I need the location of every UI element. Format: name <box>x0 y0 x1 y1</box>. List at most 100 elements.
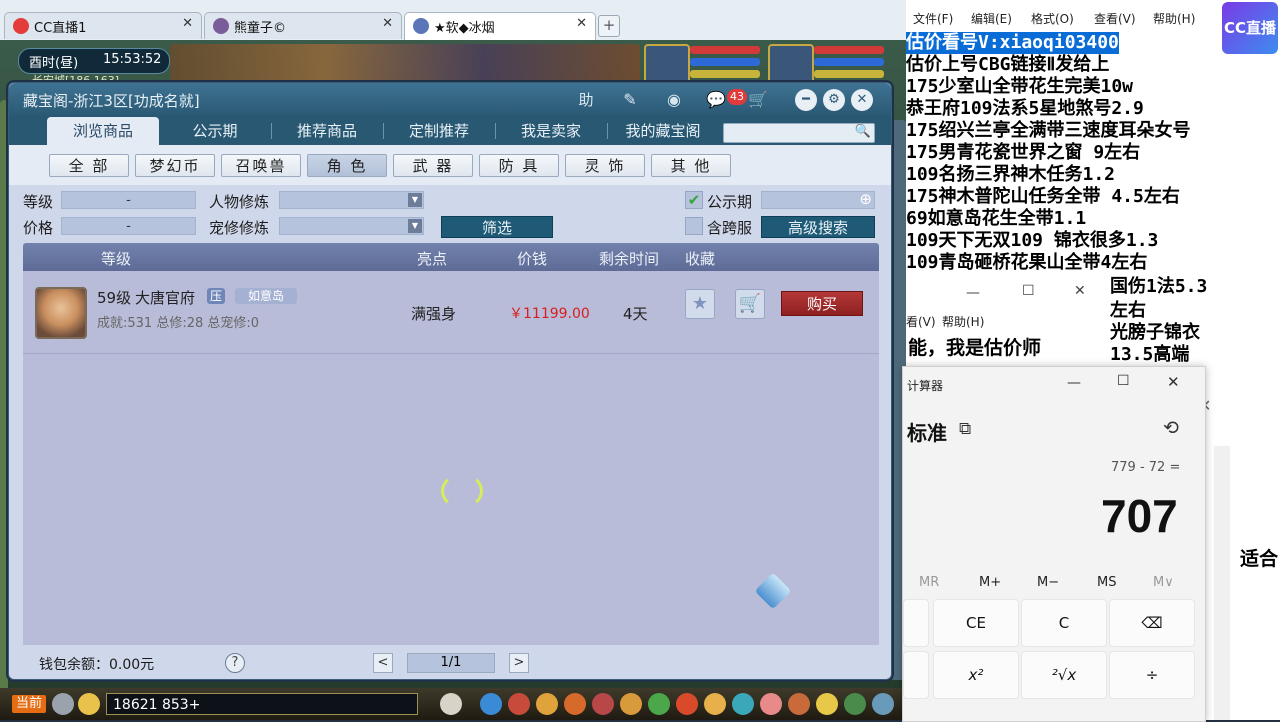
activity-icon[interactable] <box>788 693 810 715</box>
menu-file[interactable]: 文件(F) <box>913 10 953 27</box>
text-line: 估价上号CBG链接Ⅱ发给上 <box>906 54 1110 75</box>
chat-input[interactable]: 18621 853+ <box>106 693 418 715</box>
history-icon[interactable]: ⟲ <box>1163 417 1179 439</box>
attack-icon[interactable] <box>480 693 502 715</box>
channel-current-button[interactable]: 当前 <box>12 695 46 713</box>
browser-tab-ruanbingyan[interactable]: ★软◆冰烟 ✕ <box>404 12 596 40</box>
quest-icon[interactable] <box>704 693 726 715</box>
next-page-button[interactable]: > <box>509 653 529 673</box>
buy-button[interactable]: 购买 <box>781 291 863 316</box>
tab-browse[interactable]: 浏览商品 <box>47 117 159 145</box>
square-root-button[interactable]: ²√x <box>1021 651 1107 699</box>
pet-icon[interactable] <box>564 693 586 715</box>
add-to-cart-icon[interactable]: 🛒 <box>735 289 765 319</box>
give-icon[interactable] <box>592 693 614 715</box>
smile-icon[interactable] <box>816 693 838 715</box>
tab-publicity[interactable]: 公示期 <box>159 117 271 145</box>
menu-format[interactable]: 格式(O) <box>1031 10 1074 27</box>
tab-seller[interactable]: 我是卖家 <box>495 117 607 145</box>
memory-recall-button[interactable]: MR <box>919 575 939 590</box>
trade-icon[interactable] <box>620 693 642 715</box>
clear-entry-button[interactable]: CE <box>933 599 1019 647</box>
browser-tab-xiongtongzi[interactable]: 熊童子© ✕ <box>204 12 402 39</box>
char-cultivation-select[interactable]: ▼ <box>279 191 424 209</box>
chat-icon[interactable]: 💬 <box>705 89 727 111</box>
friend-icon[interactable] <box>732 693 754 715</box>
table-row[interactable]: 59级 大唐官府 压 如意岛 成就:531 总修:28 总宠修:0 满强身 ￥1… <box>23 277 879 343</box>
close-icon[interactable]: ✕ <box>851 89 873 111</box>
publicity-select[interactable]: ⊕ <box>761 190 875 209</box>
settings-icon[interactable]: ⚙ <box>823 89 845 111</box>
close-icon[interactable]: ✕ <box>1074 283 1086 299</box>
chip-weapon[interactable]: 武 器 <box>393 154 473 177</box>
chip-accessory[interactable]: 灵 饰 <box>565 154 645 177</box>
chip-character[interactable]: 角 色 <box>307 154 387 177</box>
panda-icon[interactable] <box>440 693 462 715</box>
chip-all[interactable]: 全 部 <box>49 154 129 177</box>
tab-close-icon[interactable]: ✕ <box>382 16 393 31</box>
record-icon[interactable]: ◉ <box>663 89 685 111</box>
character-avatar[interactable] <box>35 287 87 339</box>
scrollbar[interactable] <box>1214 446 1230 720</box>
cart-icon[interactable]: 🛒 <box>747 89 769 111</box>
tab-my-cbg[interactable]: 我的藏宝阁 <box>607 117 719 145</box>
maximize-icon[interactable]: ☐ <box>1022 283 1035 299</box>
memory-subtract-button[interactable]: M− <box>1037 575 1059 590</box>
memory-list-button[interactable]: M∨ <box>1153 575 1174 590</box>
emoji-icon[interactable] <box>78 693 100 715</box>
memory-store-button[interactable]: MS <box>1097 575 1116 590</box>
square-button[interactable]: x² <box>933 651 1019 699</box>
chip-armor[interactable]: 防 具 <box>479 154 559 177</box>
search-icon[interactable]: 🔍 <box>855 124 871 139</box>
reciprocal-button[interactable] <box>903 651 929 699</box>
level-range-input[interactable]: - <box>61 191 196 209</box>
filter-button[interactable]: 筛选 <box>441 216 553 238</box>
price-range-input[interactable]: - <box>61 217 196 235</box>
party-icon[interactable] <box>648 693 670 715</box>
chip-pet[interactable]: 召唤兽 <box>221 154 301 177</box>
browser-tab-cc-live[interactable]: CC直播1 ✕ <box>4 12 202 39</box>
guild-icon[interactable] <box>676 693 698 715</box>
favorite-star-icon[interactable]: ★ <box>685 289 715 319</box>
tab-close-icon[interactable]: ✕ <box>576 16 587 31</box>
backspace-button[interactable]: ⌫ <box>1109 599 1195 647</box>
tab-recommended[interactable]: 推荐商品 <box>271 117 383 145</box>
menu-view[interactable]: 看(V) <box>906 313 936 330</box>
percent-button[interactable] <box>903 599 929 647</box>
tab-custom-recommend[interactable]: 定制推荐 <box>383 117 495 145</box>
menu-edit[interactable]: 编辑(E) <box>971 10 1012 27</box>
prev-page-button[interactable]: < <box>373 653 393 673</box>
maximize-icon[interactable]: ☐ <box>1117 373 1130 389</box>
publicity-checkbox[interactable]: ✔ <box>685 191 703 209</box>
minimize-icon[interactable]: ━ <box>795 89 817 111</box>
memory-add-button[interactable]: M+ <box>979 575 1001 590</box>
cross-server-checkbox[interactable] <box>685 217 703 235</box>
close-icon[interactable]: ✕ <box>1167 373 1180 391</box>
item-icon[interactable] <box>508 693 530 715</box>
mail-icon[interactable] <box>760 693 782 715</box>
search-input[interactable]: 🔍 <box>723 123 875 143</box>
microphone-icon[interactable] <box>52 693 74 715</box>
menu-help[interactable]: 帮助(H) <box>1153 10 1195 27</box>
divide-button[interactable]: ÷ <box>1109 651 1195 699</box>
chip-other[interactable]: 其 他 <box>651 154 731 177</box>
team-icon[interactable] <box>536 693 558 715</box>
new-tab-button[interactable]: + <box>598 15 620 37</box>
chip-game-coin[interactable]: 梦幻币 <box>135 154 215 177</box>
text-line: 109天下无双109 锦衣很多1.3 <box>906 230 1159 251</box>
advanced-search-button[interactable]: 高级搜索 <box>761 216 875 238</box>
clear-button[interactable]: C <box>1021 599 1107 647</box>
pet-cultivation-select[interactable]: ▼ <box>279 217 424 235</box>
system-icon[interactable] <box>844 693 866 715</box>
minimize-icon[interactable]: — <box>966 285 980 301</box>
share-icon[interactable]: ✎ <box>619 89 641 111</box>
keep-on-top-icon[interactable]: ⧉ <box>959 419 971 439</box>
cbg-title-bar[interactable]: 藏宝阁-浙江3区[功成名就] 助 ✎ ◉ 💬 43 🛒 ━ ⚙ ✕ <box>9 83 891 117</box>
menu-help[interactable]: 帮助(H) <box>942 313 984 330</box>
menu-view[interactable]: 查看(V) <box>1094 10 1136 27</box>
minimize-icon[interactable]: — <box>1067 375 1081 391</box>
help-icon[interactable]: ? <box>225 653 245 673</box>
computer-icon[interactable] <box>872 693 894 715</box>
tab-close-icon[interactable]: ✕ <box>182 16 193 31</box>
help-assistant-icon[interactable]: 助 <box>575 89 597 111</box>
